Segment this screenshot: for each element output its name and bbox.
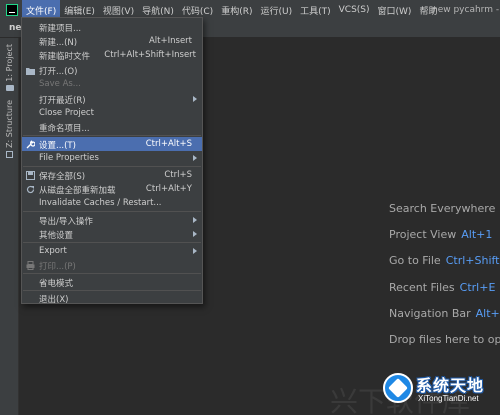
save-icon [26,171,35,180]
hint-key: Ctrl+E [459,281,496,294]
tool-tab-structure[interactable]: Z: Structure [2,100,17,158]
hint-label: Drop files here to ope [389,333,500,346]
hint-navigation-bar: Navigation Bar Alt+H [389,307,500,321]
menu-item-label: Export [39,246,67,256]
menu-item-shortcut: Alt+Insert [148,36,192,46]
menu-item-close-project[interactable]: Close Project [22,106,202,120]
tool-tab-project-label: 1: Project [5,44,14,82]
menu-item-shortcut: Ctrl+Alt+Shift+Insert [104,50,196,60]
menu-item-shortcut: Ctrl+S [164,170,192,180]
menu-item-new-scratch-file[interactable]: 新建临时文件 Ctrl+Alt+Shift+Insert [22,48,202,62]
hint-label: Project View [389,228,457,241]
hint-go-to-file: Go to File Ctrl+Shift+ [389,254,500,268]
menu-item-export[interactable]: Export [22,244,202,258]
hint-label: Go to File [389,254,441,267]
menu-item-label: 打印...(P) [39,262,76,272]
menu-item-label: File Properties [39,153,99,163]
menu-item-power-save-mode[interactable]: 省电模式 [22,275,202,289]
pycharm-logo-icon [6,4,18,16]
menu-separator [23,211,201,212]
wrench-icon [26,140,35,149]
menu-item-shortcut: Ctrl+Alt+S [145,139,192,149]
hint-label: Recent Files [389,281,455,294]
folder-open-icon [26,66,35,75]
menu-separator [23,242,201,243]
left-tool-strip: 1: Project Z: Structure [0,38,19,415]
hint-key: Alt+H [475,307,500,320]
menu-item-exit[interactable]: 退出(X) [22,291,202,305]
submenu-arrow-icon [193,96,197,102]
menu-item-save-all[interactable]: 保存全部(S) Ctrl+S [22,168,202,182]
menu-item-save-as: Save As... [22,77,202,91]
menu-item-label: 新建...(N) [39,38,78,48]
window-title: new pycahrm - P [432,5,500,15]
submenu-arrow-icon [193,231,197,237]
submenu-arrow-icon [193,248,197,254]
menu-separator [23,273,201,274]
menu-item-invalidate-caches[interactable]: Invalidate Caches / Restart... [22,196,202,210]
hint-label: Navigation Bar [389,307,471,320]
menu-item-shortcut: Ctrl+Alt+Y [145,184,192,194]
menu-item-label: 保存全部(S) [39,172,86,182]
tool-tab-project[interactable]: 1: Project [2,44,17,91]
menu-item-other-settings[interactable]: 其他设置 [22,227,202,241]
folder-icon [5,84,14,91]
file-menu-dropdown: 新建项目... 新建...(N) Alt+Insert 新建临时文件 Ctrl+… [21,17,203,305]
watermark-logo-icon [383,373,413,403]
menu-item-new[interactable]: 新建...(N) Alt+Insert [22,34,202,48]
hint-project-view: Project View Alt+1 [389,228,492,242]
reload-icon [26,185,35,194]
menu-item-export-import[interactable]: 导出/导入操作 [22,213,202,227]
submenu-arrow-icon [193,155,197,161]
menu-item-label: 设置...(T) [39,141,76,151]
menu-item-label: 从磁盘全部重新加载 [39,186,116,196]
menu-item-open[interactable]: 打开...(O) [22,63,202,77]
menu-run[interactable]: 运行(U) [256,0,296,20]
watermark-title: 系统天地 [416,376,485,395]
print-icon [26,261,35,270]
menu-item-new-project[interactable]: 新建项目... [22,20,202,34]
menu-refactor[interactable]: 重构(R) [217,0,256,20]
menu-item-print: 打印...(P) [22,258,202,272]
menu-separator [23,135,201,136]
hint-drop-files: Drop files here to ope [389,333,500,347]
menu-item-label: 退出(X) [39,295,69,305]
menu-separator [23,166,201,167]
menu-item-label: 导出/导入操作 [39,217,93,227]
menu-item-label: Invalidate Caches / Restart... [39,198,162,208]
menu-item-label: 打开...(O) [39,67,78,77]
hint-search-everywhere: Search EverywhereD [389,202,500,216]
menu-item-label: 新建项目... [39,24,82,34]
menu-item-file-properties[interactable]: File Properties [22,151,202,165]
menu-item-label: 其他设置 [39,231,74,241]
hint-key: Ctrl+Shift+ [445,254,500,267]
menu-vcs[interactable]: VCS(S) [335,0,374,20]
menu-item-label: 重命名项目... [39,124,90,134]
hint-key: Alt+1 [461,228,493,241]
menu-item-label: Save As... [39,79,81,89]
submenu-arrow-icon [193,217,197,223]
menu-item-reload-all[interactable]: 从磁盘全部重新加载 Ctrl+Alt+Y [22,182,202,196]
tool-tab-structure-label: Z: Structure [5,100,14,148]
menu-window[interactable]: 窗口(W) [374,0,416,20]
watermark-subtitle: XiTongTianDi.net [418,394,479,403]
menu-item-label: 新建临时文件 [39,52,91,62]
menu-item-label: Close Project [39,108,94,118]
hint-label: Search Everywhere [389,202,496,215]
menu-tools[interactable]: 工具(T) [296,0,335,20]
structure-icon [6,150,13,158]
menu-item-label: 省电模式 [39,279,74,289]
menu-item-open-recent[interactable]: 打开最近(R) [22,92,202,106]
menu-item-settings[interactable]: 设置...(T) Ctrl+Alt+S [22,137,202,151]
menu-item-rename-project[interactable]: 重命名项目... [22,120,202,134]
hint-recent-files: Recent Files Ctrl+E [389,281,495,295]
menu-item-label: 打开最近(R) [39,96,86,106]
